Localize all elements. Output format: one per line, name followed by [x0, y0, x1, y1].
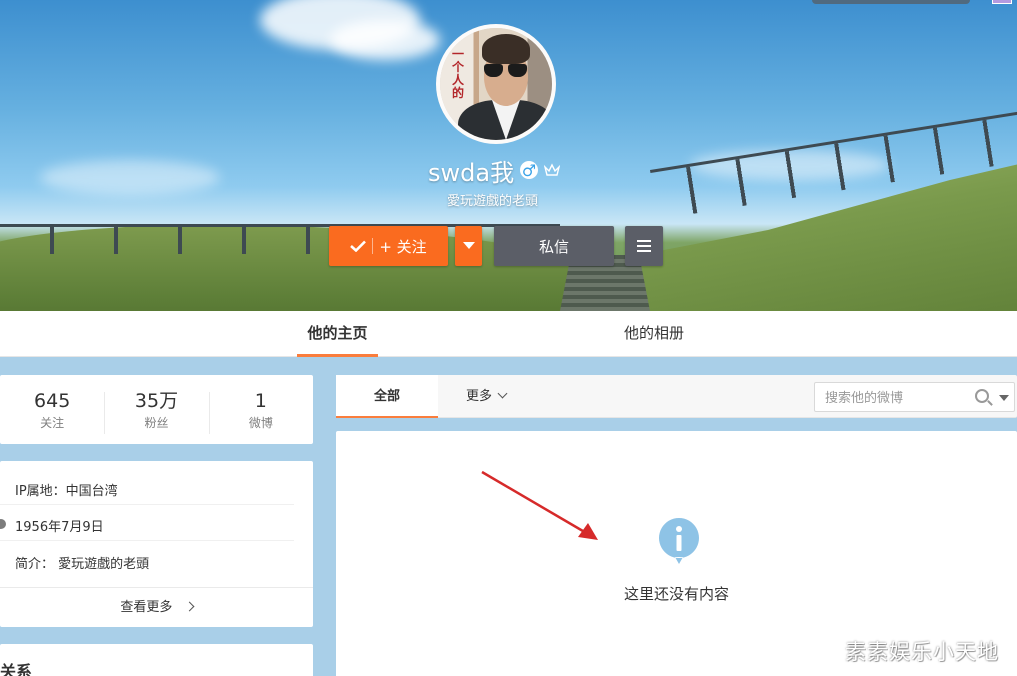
- watermark: 素素娱乐小天地: [845, 640, 999, 664]
- follow-label: + 关注: [379, 237, 427, 256]
- message-button[interactable]: 私信: [494, 226, 614, 266]
- stat-label: 微博: [248, 415, 273, 430]
- profile-info-card: IP属地：中国台湾 1956年7月9日 简介： 愛玩遊戲的老頭 查看更多: [0, 461, 313, 627]
- view-more-label: 查看更多: [120, 600, 173, 615]
- search-icon[interactable]: [975, 389, 989, 403]
- feed-tab-all[interactable]: 全部: [336, 375, 438, 418]
- follow-dropdown-button[interactable]: [455, 226, 482, 266]
- red-arrow-annotation: [481, 470, 598, 540]
- message-label: 私信: [538, 237, 569, 256]
- avatar-sign-text: 一个人的: [452, 47, 465, 100]
- more-menu-button[interactable]: [625, 226, 663, 266]
- intro: 简介： 愛玩遊戲的老頭: [15, 557, 150, 572]
- male-gender-icon: ♂: [520, 160, 539, 180]
- feed-tab-more-label: 更多: [466, 389, 493, 404]
- username: swda我: [428, 158, 515, 187]
- view-more-link[interactable]: 查看更多: [0, 587, 313, 627]
- chevron-down-icon: [497, 388, 508, 399]
- stat-number: 35万: [134, 389, 179, 412]
- empty-state-text: 这里还没有内容: [624, 585, 730, 603]
- tab-album[interactable]: 他的相册: [614, 311, 694, 357]
- relations-card: 关系: [0, 644, 313, 676]
- stat-fans[interactable]: 35万 粉丝: [104, 388, 208, 434]
- stat-label: 关注: [40, 415, 65, 430]
- profile-bio: 愛玩遊戲的老頭: [447, 194, 539, 209]
- birthday: 1956年7月9日: [15, 520, 104, 535]
- profile-name-row: swda我 ♂: [428, 154, 561, 187]
- info-icon: [658, 518, 699, 564]
- ip-location: IP属地：中国台湾: [15, 484, 118, 499]
- chevron-right-icon: [184, 601, 195, 612]
- menu-icon: [637, 240, 651, 252]
- stat-posts[interactable]: 1 微博: [208, 388, 313, 434]
- caret-down-icon: [462, 242, 475, 249]
- avatar[interactable]: 一个人的: [436, 24, 556, 144]
- tab-home[interactable]: 他的主页: [297, 311, 378, 357]
- stats-card: 645 关注 35万 粉丝 1 微博: [0, 375, 313, 444]
- feed-filter-bar: 全部 更多: [336, 375, 1017, 418]
- feed-search: [814, 382, 1015, 412]
- feed-tab-more[interactable]: 更多: [466, 375, 508, 418]
- stat-label: 粉丝: [144, 415, 169, 430]
- member-crown-icon[interactable]: [544, 163, 561, 177]
- stat-number: 645: [34, 389, 71, 412]
- stat-following[interactable]: 645 关注: [0, 388, 104, 432]
- relations-title: 关系: [0, 662, 33, 676]
- profile-tabbar: 他的主页 他的相册: [0, 311, 1017, 357]
- top-nav-icon[interactable]: [992, 0, 1012, 4]
- search-input[interactable]: [825, 388, 965, 408]
- caret-down-icon[interactable]: [999, 395, 1009, 401]
- check-icon: [350, 240, 367, 252]
- follow-button[interactable]: + 关注: [329, 226, 448, 266]
- birthday-icon: [0, 519, 6, 529]
- top-nav-fragment: [812, 0, 970, 4]
- stat-number: 1: [254, 389, 267, 412]
